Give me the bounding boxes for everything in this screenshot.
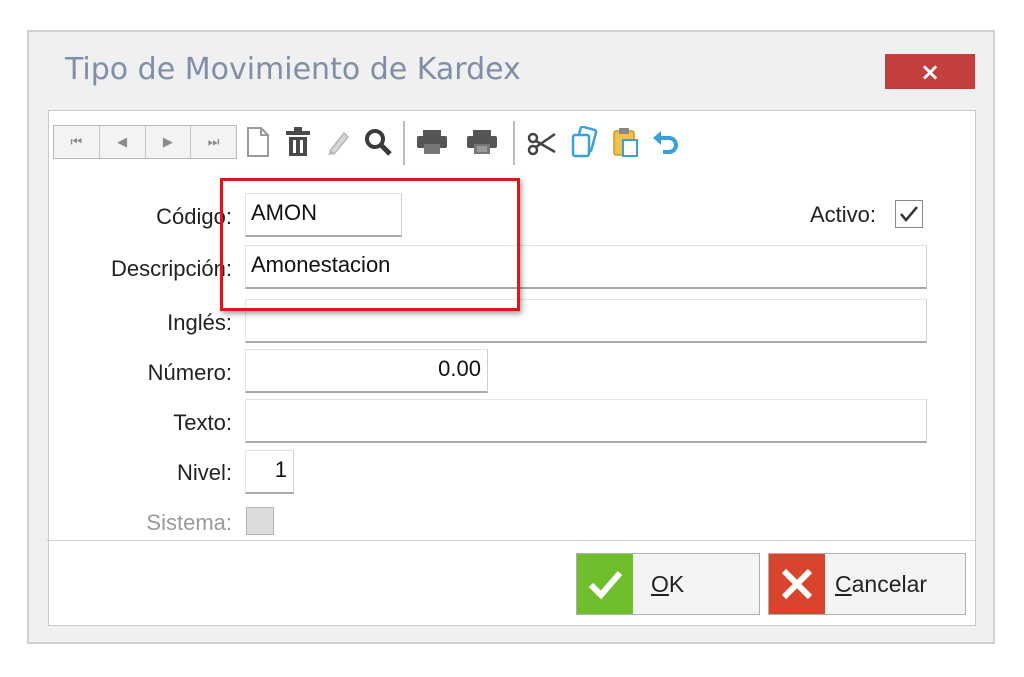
codigo-label: Código: <box>156 204 232 229</box>
ingles-label: Inglés: <box>167 310 232 335</box>
new-document-icon[interactable] <box>241 125 275 159</box>
paste-icon[interactable] <box>609 125 643 159</box>
sistema-checkbox <box>246 507 274 535</box>
texto-input[interactable] <box>245 399 927 443</box>
next-record-button[interactable]: ▶ <box>146 126 192 158</box>
cancel-button[interactable]: Cancelar <box>768 553 966 615</box>
cut-icon[interactable] <box>525 125 559 159</box>
activo-checkbox[interactable] <box>895 200 923 228</box>
sistema-label: Sistema: <box>146 510 232 535</box>
toolbar-separator <box>513 121 515 165</box>
activo-label: Activo: <box>809 202 876 227</box>
cancel-button-label: Cancelar <box>835 570 928 597</box>
texto-label: Texto: <box>173 410 232 435</box>
window-title: Tipo de Movimiento de Kardex <box>65 52 521 87</box>
nivel-label: Nivel: <box>176 460 232 485</box>
ok-button[interactable]: OK <box>576 553 760 615</box>
copy-icon[interactable] <box>567 125 601 159</box>
check-icon <box>900 206 918 222</box>
record-navigator: ⏮ ◀ ▶ ⏭ <box>53 125 237 159</box>
numero-input[interactable]: 0.00 <box>245 349 488 393</box>
undo-icon[interactable] <box>649 125 683 159</box>
ok-button-label: OK <box>651 570 685 597</box>
nivel-input[interactable]: 1 <box>245 450 294 494</box>
numero-label: Número: <box>147 360 232 385</box>
cancel-x-icon <box>769 554 825 614</box>
search-icon[interactable] <box>361 125 395 159</box>
first-record-button[interactable]: ⏮ <box>54 126 100 158</box>
descripcion-label: Descripción: <box>110 256 232 281</box>
print-preview-icon[interactable] <box>465 125 499 159</box>
toolbar-separator <box>403 121 405 165</box>
close-button[interactable]: × <box>885 54 975 89</box>
footer-separator <box>46 540 976 541</box>
print-icon[interactable] <box>415 125 449 159</box>
edit-icon[interactable] <box>321 125 355 159</box>
title-bar: Tipo de Movimiento de Kardex × <box>29 32 993 110</box>
last-record-button[interactable]: ⏭ <box>191 126 236 158</box>
previous-record-button[interactable]: ◀ <box>100 126 146 158</box>
highlight-box <box>220 178 520 311</box>
close-icon: × <box>919 57 941 86</box>
toolbar: ⏮ ◀ ▶ ⏭ <box>53 117 953 165</box>
delete-icon[interactable] <box>281 125 315 159</box>
checkmark-icon <box>577 554 633 614</box>
